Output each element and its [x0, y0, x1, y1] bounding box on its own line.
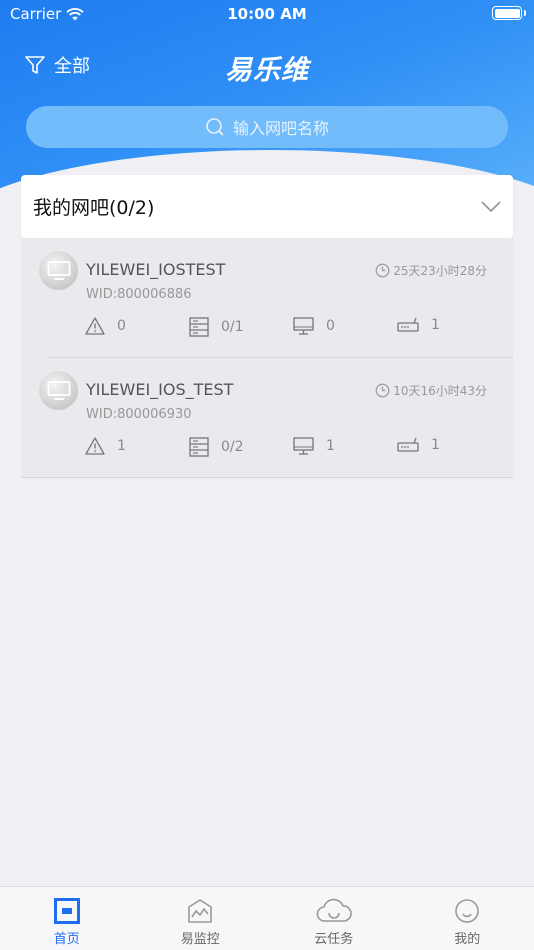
- computer-avatar-icon: [39, 251, 78, 290]
- warning-icon: [85, 437, 105, 455]
- uptime-value: 25天23小时28分: [393, 264, 487, 278]
- home-icon: [53, 898, 80, 924]
- terminal-stat: 0: [293, 317, 335, 335]
- cafe-uptime: 10天16小时43分: [375, 382, 487, 399]
- section-title: 我的网吧(0/2): [33, 197, 155, 219]
- router-count: 1: [431, 437, 440, 453]
- desktop-icon: [293, 437, 314, 455]
- warning-icon: [85, 317, 105, 335]
- terminal-count: 0: [326, 318, 335, 334]
- tab-profile[interactable]: 我的: [401, 887, 534, 950]
- uptime-value: 10天16小时43分: [393, 384, 487, 398]
- tab-home-label: 首页: [53, 932, 80, 947]
- tab-monitor-label: 易监控: [180, 932, 220, 947]
- server-icon: [189, 437, 209, 457]
- server-icon: [189, 317, 209, 337]
- alert-stat: 1: [85, 437, 126, 455]
- cafe-list: YILEWEI_IOSTEST WID:800006886 25天23小时28分…: [21, 238, 513, 478]
- cloud-icon: [316, 898, 352, 922]
- battery-icon: [492, 6, 526, 20]
- status-bar: Carrier 10:00 AM: [0, 0, 534, 28]
- router-stat: 1: [397, 317, 440, 333]
- terminal-stat: 1: [293, 437, 335, 455]
- tab-cloud-tasks-label: 云任务: [314, 932, 354, 947]
- terminal-count: 1: [326, 438, 335, 454]
- tab-profile-label: 我的: [454, 932, 481, 947]
- app-logo: 易乐维: [225, 55, 309, 86]
- monitor-icon: [188, 899, 213, 923]
- server-stat: 0/1: [189, 317, 244, 337]
- profile-icon: [455, 899, 480, 923]
- chevron-down-icon: [481, 200, 501, 212]
- computer-avatar-icon: [39, 371, 78, 410]
- cafe-card[interactable]: YILEWEI_IOS_TEST WID:800006930 10天16小时43…: [21, 358, 513, 478]
- cafe-name: YILEWEI_IOSTEST: [86, 260, 226, 279]
- status-time: 10:00 AM: [227, 5, 307, 23]
- card-divider: [21, 477, 513, 478]
- my-cafes-section-header[interactable]: 我的网吧(0/2): [21, 175, 513, 238]
- tab-cloud-tasks[interactable]: 云任务: [267, 887, 401, 950]
- search-icon: [206, 118, 224, 136]
- server-stat: 0/2: [189, 437, 244, 457]
- desktop-icon: [293, 317, 314, 335]
- alert-count: 1: [117, 438, 126, 454]
- tab-home[interactable]: 首页: [0, 887, 134, 950]
- tab-monitor[interactable]: 易监控: [134, 887, 268, 950]
- search-bar[interactable]: 输入网吧名称: [26, 106, 508, 148]
- clock-icon: [375, 263, 390, 278]
- server-count: 0/1: [221, 319, 244, 335]
- cafe-wid: WID:800006930: [86, 407, 192, 422]
- cafe-uptime: 25天23小时28分: [375, 262, 487, 279]
- router-icon: [397, 437, 419, 452]
- alert-count: 0: [117, 318, 126, 334]
- router-stat: 1: [397, 437, 440, 453]
- cafe-card[interactable]: YILEWEI_IOSTEST WID:800006886 25天23小时28分…: [21, 238, 513, 358]
- router-icon: [397, 317, 419, 332]
- router-count: 1: [431, 317, 440, 333]
- tab-bar: 首页 易监控 云任务 我的: [0, 886, 534, 950]
- cafe-wid: WID:800006886: [86, 287, 192, 302]
- clock-icon: [375, 383, 390, 398]
- cafe-name: YILEWEI_IOS_TEST: [86, 380, 234, 399]
- server-count: 0/2: [221, 439, 244, 455]
- alert-stat: 0: [85, 317, 126, 335]
- search-placeholder: 输入网吧名称: [232, 119, 329, 138]
